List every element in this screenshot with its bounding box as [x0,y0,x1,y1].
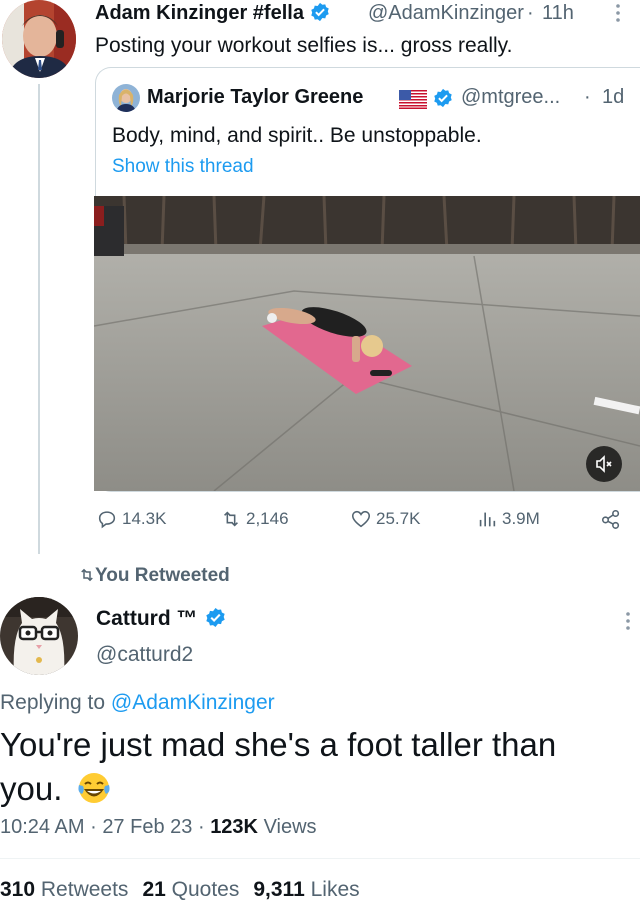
share-button[interactable] [600,508,622,530]
quoted-tweet-text: Body, mind, and spirit.. Be unstoppable. [112,124,482,147]
likes-count: 9,311 [253,878,305,901]
replying-to: Replying to @AdamKinzinger [0,691,275,715]
retweets-label: Retweets [40,878,129,901]
quoted-author-name[interactable]: Marjorie Taylor Greene [147,86,363,109]
likes-label: Likes [310,878,360,901]
quoted-video[interactable] [94,196,640,491]
engagement-stats: 310 Retweets 21 Quotes 9,311 Likes [0,878,360,902]
laughing-tears-emoji [77,773,110,803]
us-flag-icon [399,90,427,109]
avatar-catturd[interactable] [0,597,78,675]
reply-button[interactable]: 14.3K [96,508,166,530]
tweet-meta: 10:24 AM · 27 Feb 23 · 123K Views [0,816,317,839]
quoted-separator-dot: · [584,86,591,108]
like-icon [351,510,371,528]
views-button[interactable]: 3.9M [476,508,540,530]
author-handle[interactable]: @AdamKinzinger [368,2,524,25]
separator-dot: · [527,2,534,24]
retweets-stat[interactable]: 310 Retweets [0,878,128,901]
avatar-adam-kinzinger[interactable] [2,0,76,78]
quotes-count: 21 [142,878,166,901]
more-icon[interactable] [608,0,628,28]
reply-count: 14.3K [122,509,167,528]
views-icon [479,512,496,527]
retweeted-icon [78,566,96,584]
replying-to-mention[interactable]: @AdamKinzinger [111,691,275,714]
show-thread-link[interactable]: Show this thread [112,156,254,178]
retweet-icon [224,511,238,527]
mute-button[interactable] [586,446,622,482]
verified-badge-icon [206,607,226,628]
views-count: 123K [210,816,258,838]
author-name-text: Adam Kinzinger #fella [95,2,304,24]
retweet-button[interactable]: 2,146 [220,508,289,530]
meta-separator: · [197,816,205,838]
share-icon [601,509,620,529]
like-count: 25.7K [376,509,421,528]
author-handle[interactable]: @catturd2 [96,643,193,667]
tweet-time[interactable]: 10:24 AM [0,816,85,838]
avatar-marjorie-taylor-greene[interactable] [112,84,140,112]
quoted-verified-badge-icon [433,88,453,113]
author-name-text: Catturd ™ [96,607,198,630]
quoted-tweet-time[interactable]: 1d [602,86,624,109]
quoted-author-handle[interactable]: @mtgree... [461,86,560,109]
mute-icon [596,455,612,473]
thread-connector-line [38,84,40,554]
views-label: Views [263,816,317,838]
meta-separator: · [90,816,97,838]
verified-badge-icon [310,2,329,22]
views-count: 3.9M [502,509,540,528]
replying-to-prefix: Replying to [0,691,111,714]
tweet-text: You're just mad she's a foot taller than… [0,723,600,811]
tweet-text: Posting your workout selfies is... gross… [95,34,513,57]
author-name[interactable]: Adam Kinzinger #fella [95,2,330,25]
tweet-time[interactable]: 11h [542,2,574,25]
more-icon[interactable] [618,608,638,636]
author-name[interactable]: Catturd ™ [96,607,226,631]
like-button[interactable]: 25.7K [350,508,420,530]
you-retweeted-label: You Retweeted [95,565,230,586]
quotes-stat[interactable]: 21 Quotes [142,878,239,901]
likes-stat[interactable]: 9,311 Likes [253,878,359,901]
retweet-count: 2,146 [246,509,289,528]
quotes-label: Quotes [171,878,240,901]
reply-icon [98,511,116,529]
tweet-date[interactable]: 27 Feb 23 [102,816,192,838]
divider [0,858,640,859]
retweets-count: 310 [0,878,36,901]
